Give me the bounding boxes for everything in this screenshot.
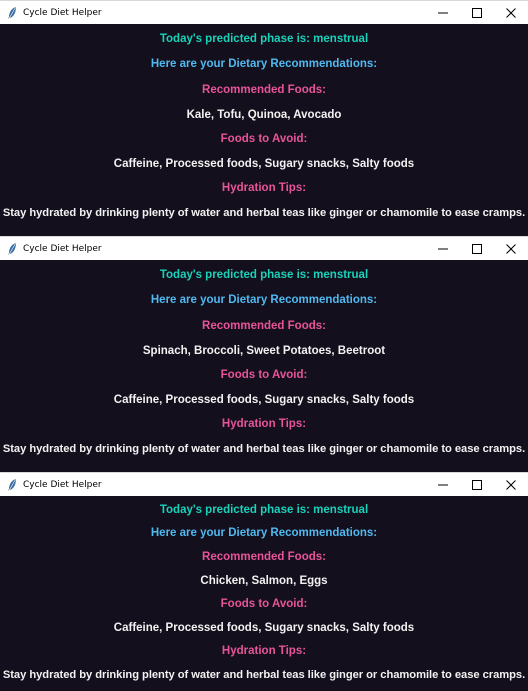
recommended-foods-text: Spinach, Broccoli, Sweet Potatoes, Beetr… bbox=[142, 345, 386, 357]
window-title: Cycle Diet Helper bbox=[23, 479, 102, 490]
close-icon bbox=[506, 479, 516, 490]
avoid-heading: Foods to Avoid: bbox=[220, 369, 308, 381]
recommended-foods-text: Kale, Tofu, Quinoa, Avocado bbox=[186, 109, 342, 121]
title-bar[interactable]: Cycle Diet Helper bbox=[0, 236, 528, 260]
minimize-button[interactable] bbox=[426, 237, 460, 261]
recommendations-panel: Today's predicted phase is: menstrual He… bbox=[0, 260, 528, 457]
intro-label: Here are your Dietary Recommendations: bbox=[150, 58, 378, 70]
recommended-heading: Recommended Foods: bbox=[202, 551, 326, 563]
hydration-heading: Hydration Tips: bbox=[221, 645, 307, 657]
hydration-heading: Hydration Tips: bbox=[221, 418, 307, 430]
maximize-button[interactable] bbox=[460, 1, 494, 25]
avoid-foods-text: Caffeine, Processed foods, Sugary snacks… bbox=[113, 158, 415, 170]
maximize-button[interactable] bbox=[460, 473, 494, 497]
feather-icon bbox=[5, 241, 19, 257]
title-bar[interactable]: Cycle Diet Helper bbox=[0, 0, 528, 24]
close-icon bbox=[506, 243, 516, 254]
feather-icon bbox=[5, 477, 19, 493]
recommended-foods-text: Chicken, Salmon, Eggs bbox=[200, 575, 328, 587]
avoid-heading: Foods to Avoid: bbox=[220, 133, 308, 145]
feather-icon bbox=[5, 5, 19, 21]
maximize-icon bbox=[472, 479, 482, 490]
title-bar[interactable]: Cycle Diet Helper bbox=[0, 472, 528, 496]
window-title: Cycle Diet Helper bbox=[23, 243, 102, 254]
minimize-icon bbox=[438, 8, 448, 18]
maximize-button[interactable] bbox=[460, 237, 494, 261]
maximize-icon bbox=[472, 243, 482, 254]
minimize-button[interactable] bbox=[426, 1, 460, 25]
close-icon bbox=[506, 7, 516, 18]
recommended-heading: Recommended Foods: bbox=[202, 84, 326, 96]
recommended-heading: Recommended Foods: bbox=[202, 320, 326, 332]
phase-label: Today's predicted phase is: menstrual bbox=[159, 269, 369, 281]
avoid-foods-text: Caffeine, Processed foods, Sugary snacks… bbox=[113, 394, 415, 406]
phase-label: Today's predicted phase is: menstrual bbox=[159, 33, 369, 45]
close-button[interactable] bbox=[494, 1, 528, 25]
minimize-icon bbox=[438, 244, 448, 254]
hydration-heading: Hydration Tips: bbox=[221, 182, 307, 194]
close-button[interactable] bbox=[494, 473, 528, 497]
window-title: Cycle Diet Helper bbox=[23, 7, 102, 18]
app-window-1: Cycle Diet Helper Today's predicted phas… bbox=[0, 0, 528, 236]
intro-label: Here are your Dietary Recommendations: bbox=[150, 527, 378, 539]
avoid-heading: Foods to Avoid: bbox=[220, 598, 308, 610]
minimize-icon bbox=[438, 480, 448, 490]
maximize-icon bbox=[472, 7, 482, 18]
app-window-2: Cycle Diet Helper Today's predicted phas… bbox=[0, 236, 528, 472]
hydration-tips-text: Stay hydrated by drinking plenty of wate… bbox=[2, 443, 526, 455]
hydration-tips-text: Stay hydrated by drinking plenty of wate… bbox=[2, 669, 526, 681]
intro-label: Here are your Dietary Recommendations: bbox=[150, 294, 378, 306]
minimize-button[interactable] bbox=[426, 473, 460, 497]
app-window-3: Cycle Diet Helper Today's predicted phas… bbox=[0, 472, 528, 691]
recommendations-panel: Today's predicted phase is: menstrual He… bbox=[0, 496, 528, 683]
close-button[interactable] bbox=[494, 237, 528, 261]
hydration-tips-text: Stay hydrated by drinking plenty of wate… bbox=[2, 207, 526, 219]
recommendations-panel: Today's predicted phase is: menstrual He… bbox=[0, 24, 528, 221]
phase-label: Today's predicted phase is: menstrual bbox=[159, 504, 369, 516]
avoid-foods-text: Caffeine, Processed foods, Sugary snacks… bbox=[113, 622, 415, 634]
